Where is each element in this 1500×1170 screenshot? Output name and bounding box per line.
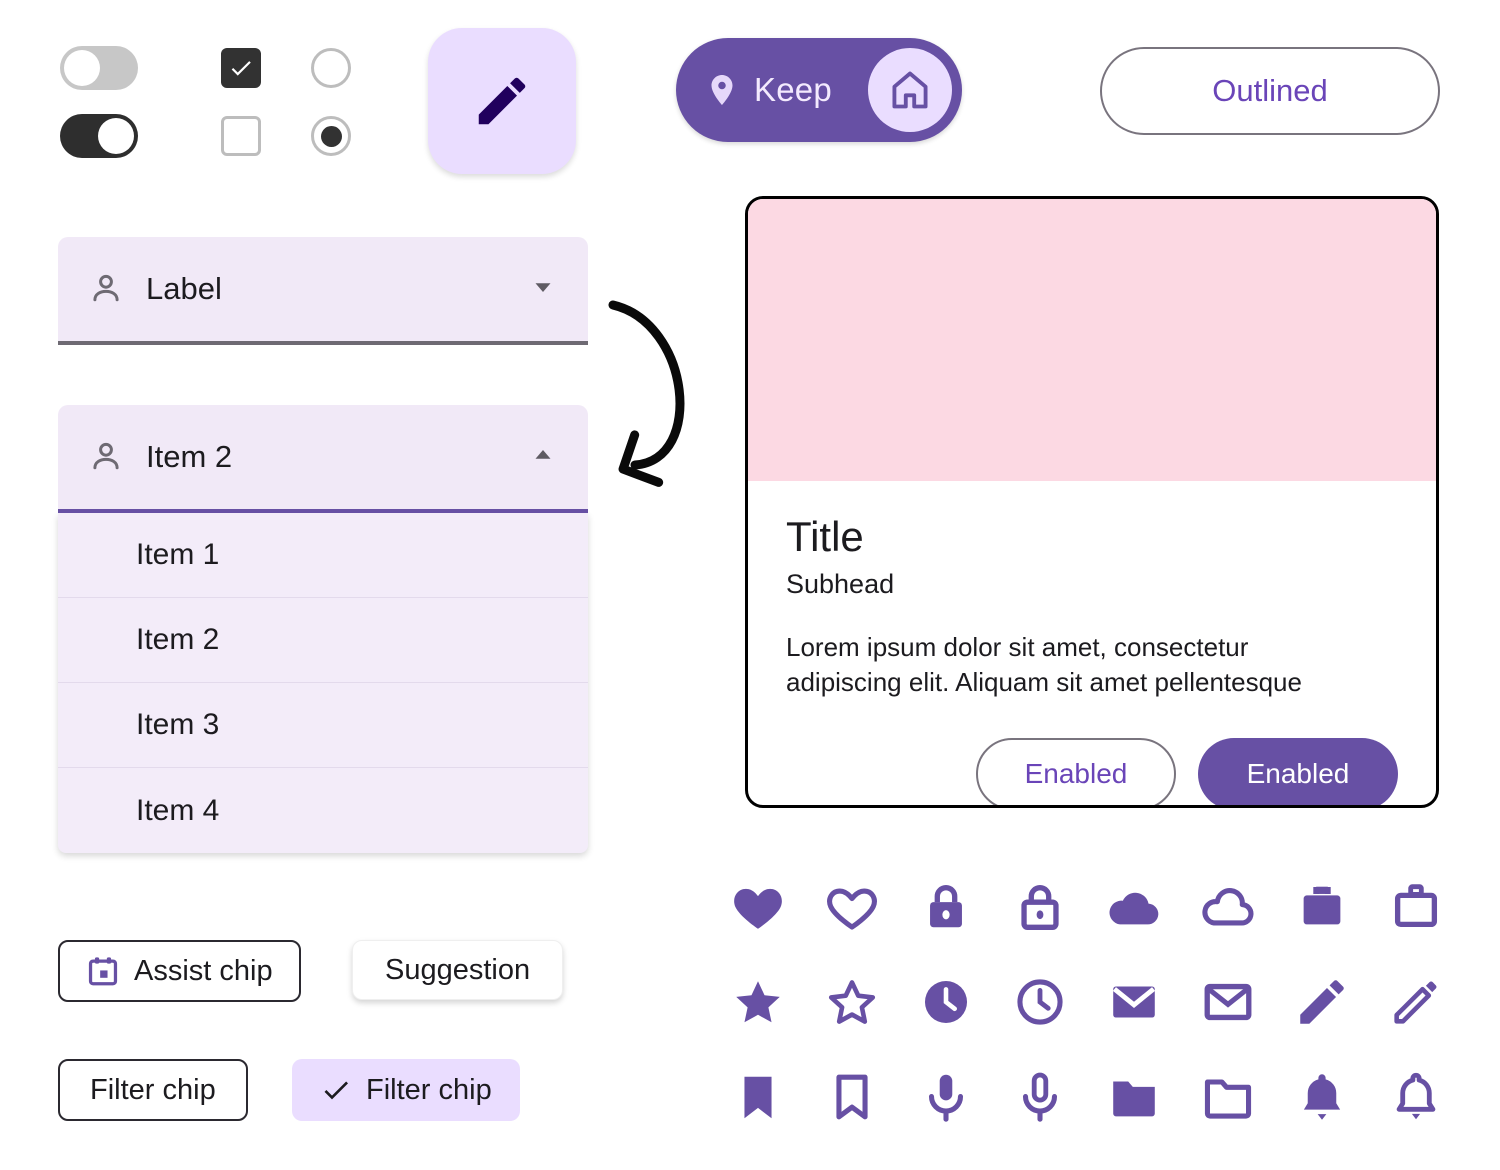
mic-outlined-icon[interactable] — [1008, 1065, 1072, 1129]
briefcase-outlined-icon[interactable] — [1384, 875, 1448, 939]
fab-edit-button[interactable] — [428, 28, 576, 174]
pencil-icon — [478, 77, 526, 125]
switch-off-thumb — [64, 50, 100, 86]
person-icon — [93, 274, 119, 302]
keep-button-label: Keep — [754, 71, 832, 108]
assist-chip[interactable]: Assist chip — [58, 940, 301, 1002]
card-actions: Enabled Enabled — [748, 737, 1436, 805]
bookmark-filled-icon[interactable] — [726, 1065, 790, 1129]
mail-outlined-icon[interactable] — [1196, 970, 1260, 1034]
dropdown-collapsed-value: Label — [146, 271, 222, 306]
check-icon — [231, 61, 251, 76]
heart-filled-icon[interactable] — [726, 875, 790, 939]
lock-outlined-icon[interactable] — [1008, 875, 1072, 939]
outlined-button-label: Outlined — [1212, 73, 1328, 108]
dropdown-collapsed-underline — [58, 341, 588, 345]
location-pin-icon — [711, 75, 733, 105]
suggestion-chip[interactable]: Suggestion — [352, 940, 564, 1000]
suggestion-chip-label: Suggestion — [385, 953, 531, 986]
media-card: Title Subhead Lorem ipsum dolor sit amet… — [745, 196, 1439, 808]
curved-arrow-icon — [608, 300, 685, 487]
dropdown-collapsed-field[interactable]: Label — [58, 237, 588, 345]
dropdown-expanded[interactable]: Item 2 Item 1 Item 2 Item 3 Item 4 — [58, 405, 588, 853]
card-outlined-action-button[interactable]: Enabled — [976, 737, 1176, 805]
filter-chip-selected-label: Filter chip — [366, 1073, 492, 1106]
assist-chip-label: Assist chip — [134, 954, 273, 987]
radio-unselected[interactable] — [311, 48, 351, 88]
outlined-button[interactable]: Outlined — [1100, 47, 1440, 135]
briefcase-filled-icon[interactable] — [1290, 875, 1354, 939]
dropdown-collapsed[interactable]: Label — [58, 237, 588, 345]
card-subhead: Subhead — [786, 569, 895, 600]
checkbox-unchecked[interactable] — [221, 116, 261, 156]
switch-off[interactable] — [60, 46, 138, 90]
checkbox-checked[interactable] — [221, 48, 261, 88]
card-body: Title Subhead Lorem ipsum dolor sit amet… — [748, 481, 1436, 700]
bookmark-outlined-icon[interactable] — [820, 1065, 884, 1129]
card-filled-action-button[interactable]: Enabled — [1198, 737, 1398, 805]
radio-selected[interactable] — [311, 116, 351, 156]
chevron-up-icon[interactable] — [528, 440, 558, 475]
check-icon — [324, 1081, 348, 1100]
switch-on[interactable] — [60, 114, 138, 158]
dropdown-option-4[interactable]: Item 4 — [58, 768, 588, 853]
dropdown-expanded-value: Item 2 — [146, 439, 233, 474]
bell-outlined-icon[interactable] — [1384, 1065, 1448, 1129]
dropdown-menu[interactable]: Item 1 Item 2 Item 3 Item 4 — [58, 513, 588, 853]
lock-filled-icon[interactable] — [914, 875, 978, 939]
folder-filled-icon[interactable] — [1102, 1065, 1166, 1129]
dropdown-option-3[interactable]: Item 3 — [58, 683, 588, 768]
dropdown-expanded-field[interactable]: Item 2 — [58, 405, 588, 513]
dropdown-expanded-underline — [58, 509, 588, 513]
heart-outlined-icon[interactable] — [820, 875, 884, 939]
keep-button[interactable]: Keep — [676, 38, 962, 142]
cloud-outlined-icon[interactable] — [1196, 875, 1260, 939]
pencil-outlined-icon[interactable] — [1384, 970, 1448, 1034]
dropdown-option-1[interactable]: Item 1 — [58, 513, 588, 598]
card-media-image — [748, 199, 1436, 481]
star-filled-icon[interactable] — [726, 970, 790, 1034]
home-icon — [892, 71, 928, 109]
filter-chip-unselected[interactable]: Filter chip — [58, 1059, 248, 1121]
calendar-icon — [88, 957, 118, 986]
card-body-text: Lorem ipsum dolor sit amet, consectetur … — [786, 632, 1302, 697]
clock-filled-icon[interactable] — [914, 970, 978, 1034]
cloud-filled-icon[interactable] — [1102, 875, 1166, 939]
filter-chip-selected[interactable]: Filter chip — [292, 1059, 520, 1121]
mic-filled-icon[interactable] — [914, 1065, 978, 1129]
card-title: Title — [786, 513, 864, 560]
filter-chip-unselected-label: Filter chip — [90, 1073, 216, 1106]
chevron-down-icon[interactable] — [528, 272, 558, 307]
keep-button-home-badge[interactable] — [867, 48, 952, 132]
clock-outlined-icon[interactable] — [1008, 970, 1072, 1034]
switch-on-thumb — [98, 118, 134, 154]
radio-selected-dot — [320, 125, 342, 147]
person-icon — [93, 442, 119, 470]
mail-filled-icon[interactable] — [1102, 970, 1166, 1034]
star-outlined-icon[interactable] — [820, 970, 884, 1034]
pencil-filled-icon[interactable] — [1290, 970, 1354, 1034]
folder-outlined-icon[interactable] — [1196, 1065, 1260, 1129]
dropdown-option-2[interactable]: Item 2 — [58, 598, 588, 683]
bell-filled-icon[interactable] — [1290, 1065, 1354, 1129]
